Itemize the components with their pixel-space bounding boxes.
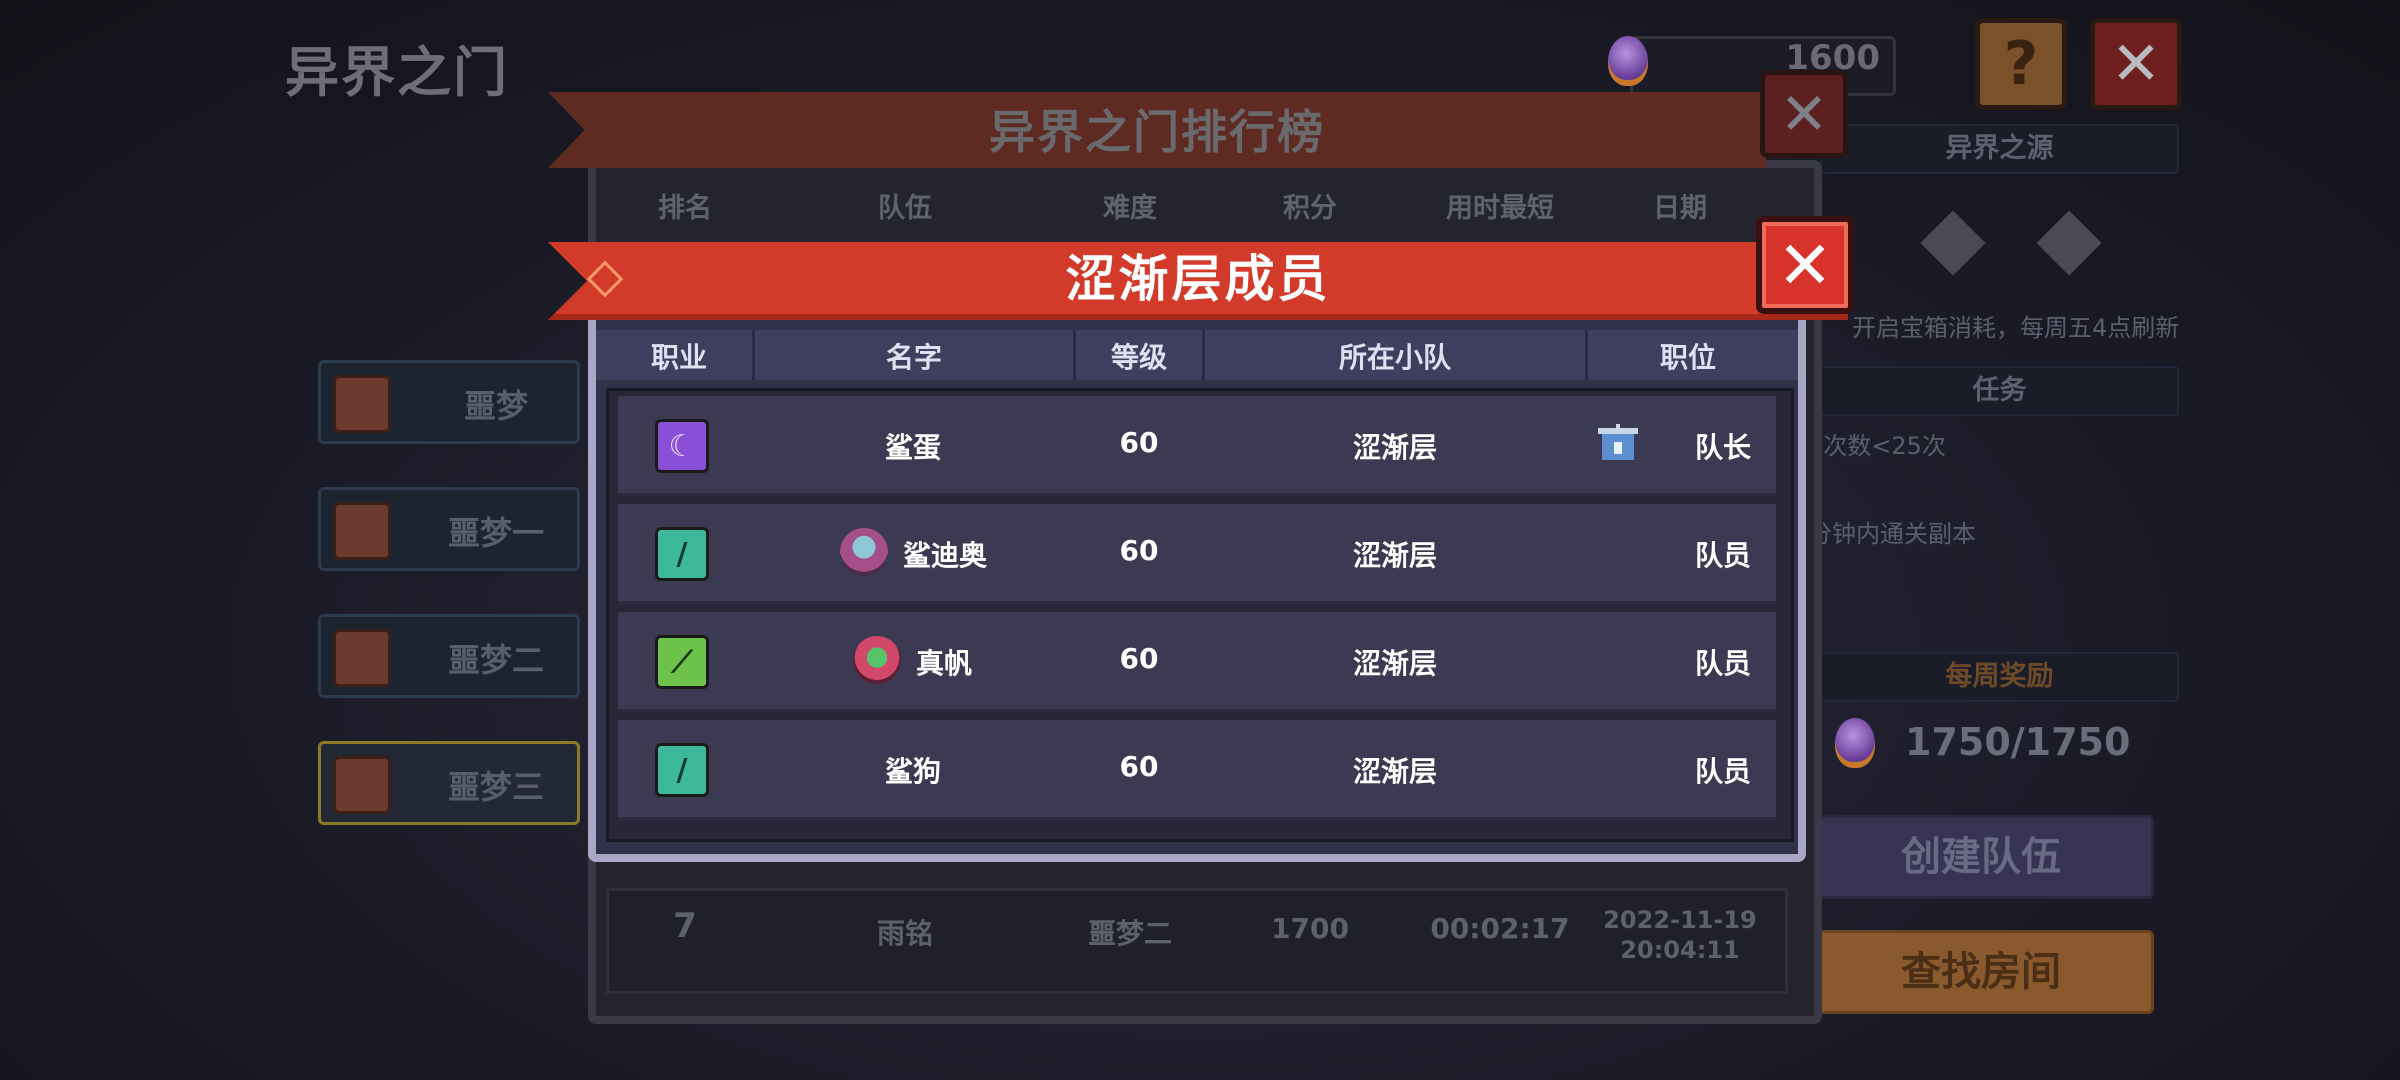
member-position: 队长 bbox=[1694, 431, 1751, 464]
member-name: 鲨狗 bbox=[884, 755, 941, 788]
avatar bbox=[840, 528, 888, 576]
header-team: 所在小队 bbox=[1338, 341, 1451, 374]
side-item-label: 噩梦 bbox=[463, 387, 528, 425]
task-item: 5次数<25次 bbox=[1808, 432, 1946, 460]
chest-icon bbox=[333, 629, 391, 687]
wizard-hat-icon: ☾ bbox=[655, 419, 709, 473]
task-item: 分钟内通关副本 bbox=[1808, 520, 1976, 548]
member-team: 涩渐层 bbox=[1352, 755, 1437, 788]
members-close-button[interactable]: ✕ bbox=[1756, 216, 1854, 314]
sword-icon: / bbox=[655, 743, 709, 797]
gem-icon bbox=[1835, 718, 1875, 768]
member-position: 队员 bbox=[1694, 755, 1751, 788]
rank-header: 日期 bbox=[1653, 193, 1707, 224]
avatar bbox=[853, 636, 901, 684]
member-team: 涩渐层 bbox=[1352, 539, 1437, 572]
side-item-nightmare[interactable]: 噩梦 bbox=[318, 360, 580, 444]
header-name: 名字 bbox=[885, 341, 942, 374]
task-title: 任务 bbox=[1820, 366, 2179, 416]
rank-number: 7 bbox=[673, 906, 697, 946]
rank-date: 2022-11-19 bbox=[1603, 906, 1757, 934]
bow-icon: ⟋ bbox=[655, 635, 709, 689]
member-level: 60 bbox=[1119, 534, 1159, 567]
rank-team: 雨铭 bbox=[876, 917, 933, 950]
rank-header: 排名 bbox=[658, 193, 712, 224]
side-item-label: 噩梦三 bbox=[447, 768, 544, 806]
gem-icon bbox=[1608, 36, 1648, 86]
member-name: 鲨蛋 bbox=[884, 431, 941, 464]
page-title: 异界之门 bbox=[285, 41, 509, 104]
rank-score: 1700 bbox=[1271, 912, 1349, 945]
members-title: 涩渐层成员 bbox=[1065, 250, 1331, 308]
close-icon: ✕ bbox=[1777, 226, 1833, 304]
member-name: 鲨迪奥 bbox=[903, 539, 988, 572]
leader-flag-icon bbox=[1598, 424, 1638, 460]
member-position: 队员 bbox=[1694, 647, 1751, 680]
member-row[interactable]: / 鲨迪奥 60 涩渐层 队员 bbox=[618, 504, 1776, 604]
member-team: 涩渐层 bbox=[1352, 647, 1437, 680]
help-button[interactable]: ? bbox=[1975, 18, 2067, 110]
member-level: 60 bbox=[1119, 426, 1159, 459]
rank-header: 积分 bbox=[1283, 193, 1337, 224]
side-item-nightmare-2[interactable]: 噩梦二 bbox=[318, 614, 580, 698]
side-item-label: 噩梦一 bbox=[447, 514, 544, 552]
rank-time: 00:02:17 bbox=[1430, 912, 1570, 945]
source-title: 异界之源 bbox=[1820, 124, 2179, 174]
weekly-reward-value: 1750/1750 bbox=[1905, 720, 2131, 764]
header-level: 等级 bbox=[1110, 341, 1167, 374]
weekly-reward-title: 每周奖励 bbox=[1820, 652, 2179, 702]
sword-icon: / bbox=[655, 527, 709, 581]
create-team-button[interactable]: 创建队伍 bbox=[1808, 815, 2154, 899]
header-position: 职位 bbox=[1659, 341, 1716, 374]
rank-header: 队伍 bbox=[878, 193, 932, 224]
header-class: 职业 bbox=[650, 341, 707, 374]
chest-icon bbox=[333, 756, 391, 814]
rank-header: 难度 bbox=[1103, 193, 1157, 224]
rank-difficulty: 噩梦二 bbox=[1087, 917, 1172, 950]
side-item-nightmare-3[interactable]: 噩梦三 bbox=[318, 741, 580, 825]
side-item-label: 噩梦二 bbox=[447, 641, 544, 679]
chest-icon bbox=[333, 375, 391, 433]
member-team: 涩渐层 bbox=[1352, 431, 1437, 464]
side-item-nightmare-1[interactable]: 噩梦一 bbox=[318, 487, 580, 571]
find-room-button[interactable]: 查找房间 bbox=[1808, 930, 2154, 1014]
member-level: 60 bbox=[1119, 750, 1159, 783]
member-row[interactable]: ☾ 鲨蛋 60 涩渐层 队长 bbox=[618, 396, 1776, 496]
rank-header: 用时最短 bbox=[1446, 193, 1554, 224]
member-level: 60 bbox=[1119, 642, 1159, 675]
member-position: 队员 bbox=[1694, 539, 1751, 572]
ranking-title: 异界之门排行榜 bbox=[989, 105, 1325, 159]
member-name: 真帆 bbox=[916, 647, 973, 680]
close-screen-button[interactable]: ✕ bbox=[2090, 18, 2182, 110]
chest-icon bbox=[333, 502, 391, 560]
rank-date-time: 20:04:11 bbox=[1620, 936, 1740, 964]
member-row[interactable]: ⟋ 真帆 60 涩渐层 队员 bbox=[618, 612, 1776, 712]
member-row[interactable]: / 鲨狗 60 涩渐层 队员 bbox=[618, 720, 1776, 820]
ranking-close-button[interactable]: ✕ bbox=[1760, 70, 1848, 158]
source-note: 开启宝箱消耗，每周五4点刷新 bbox=[1852, 314, 2180, 342]
